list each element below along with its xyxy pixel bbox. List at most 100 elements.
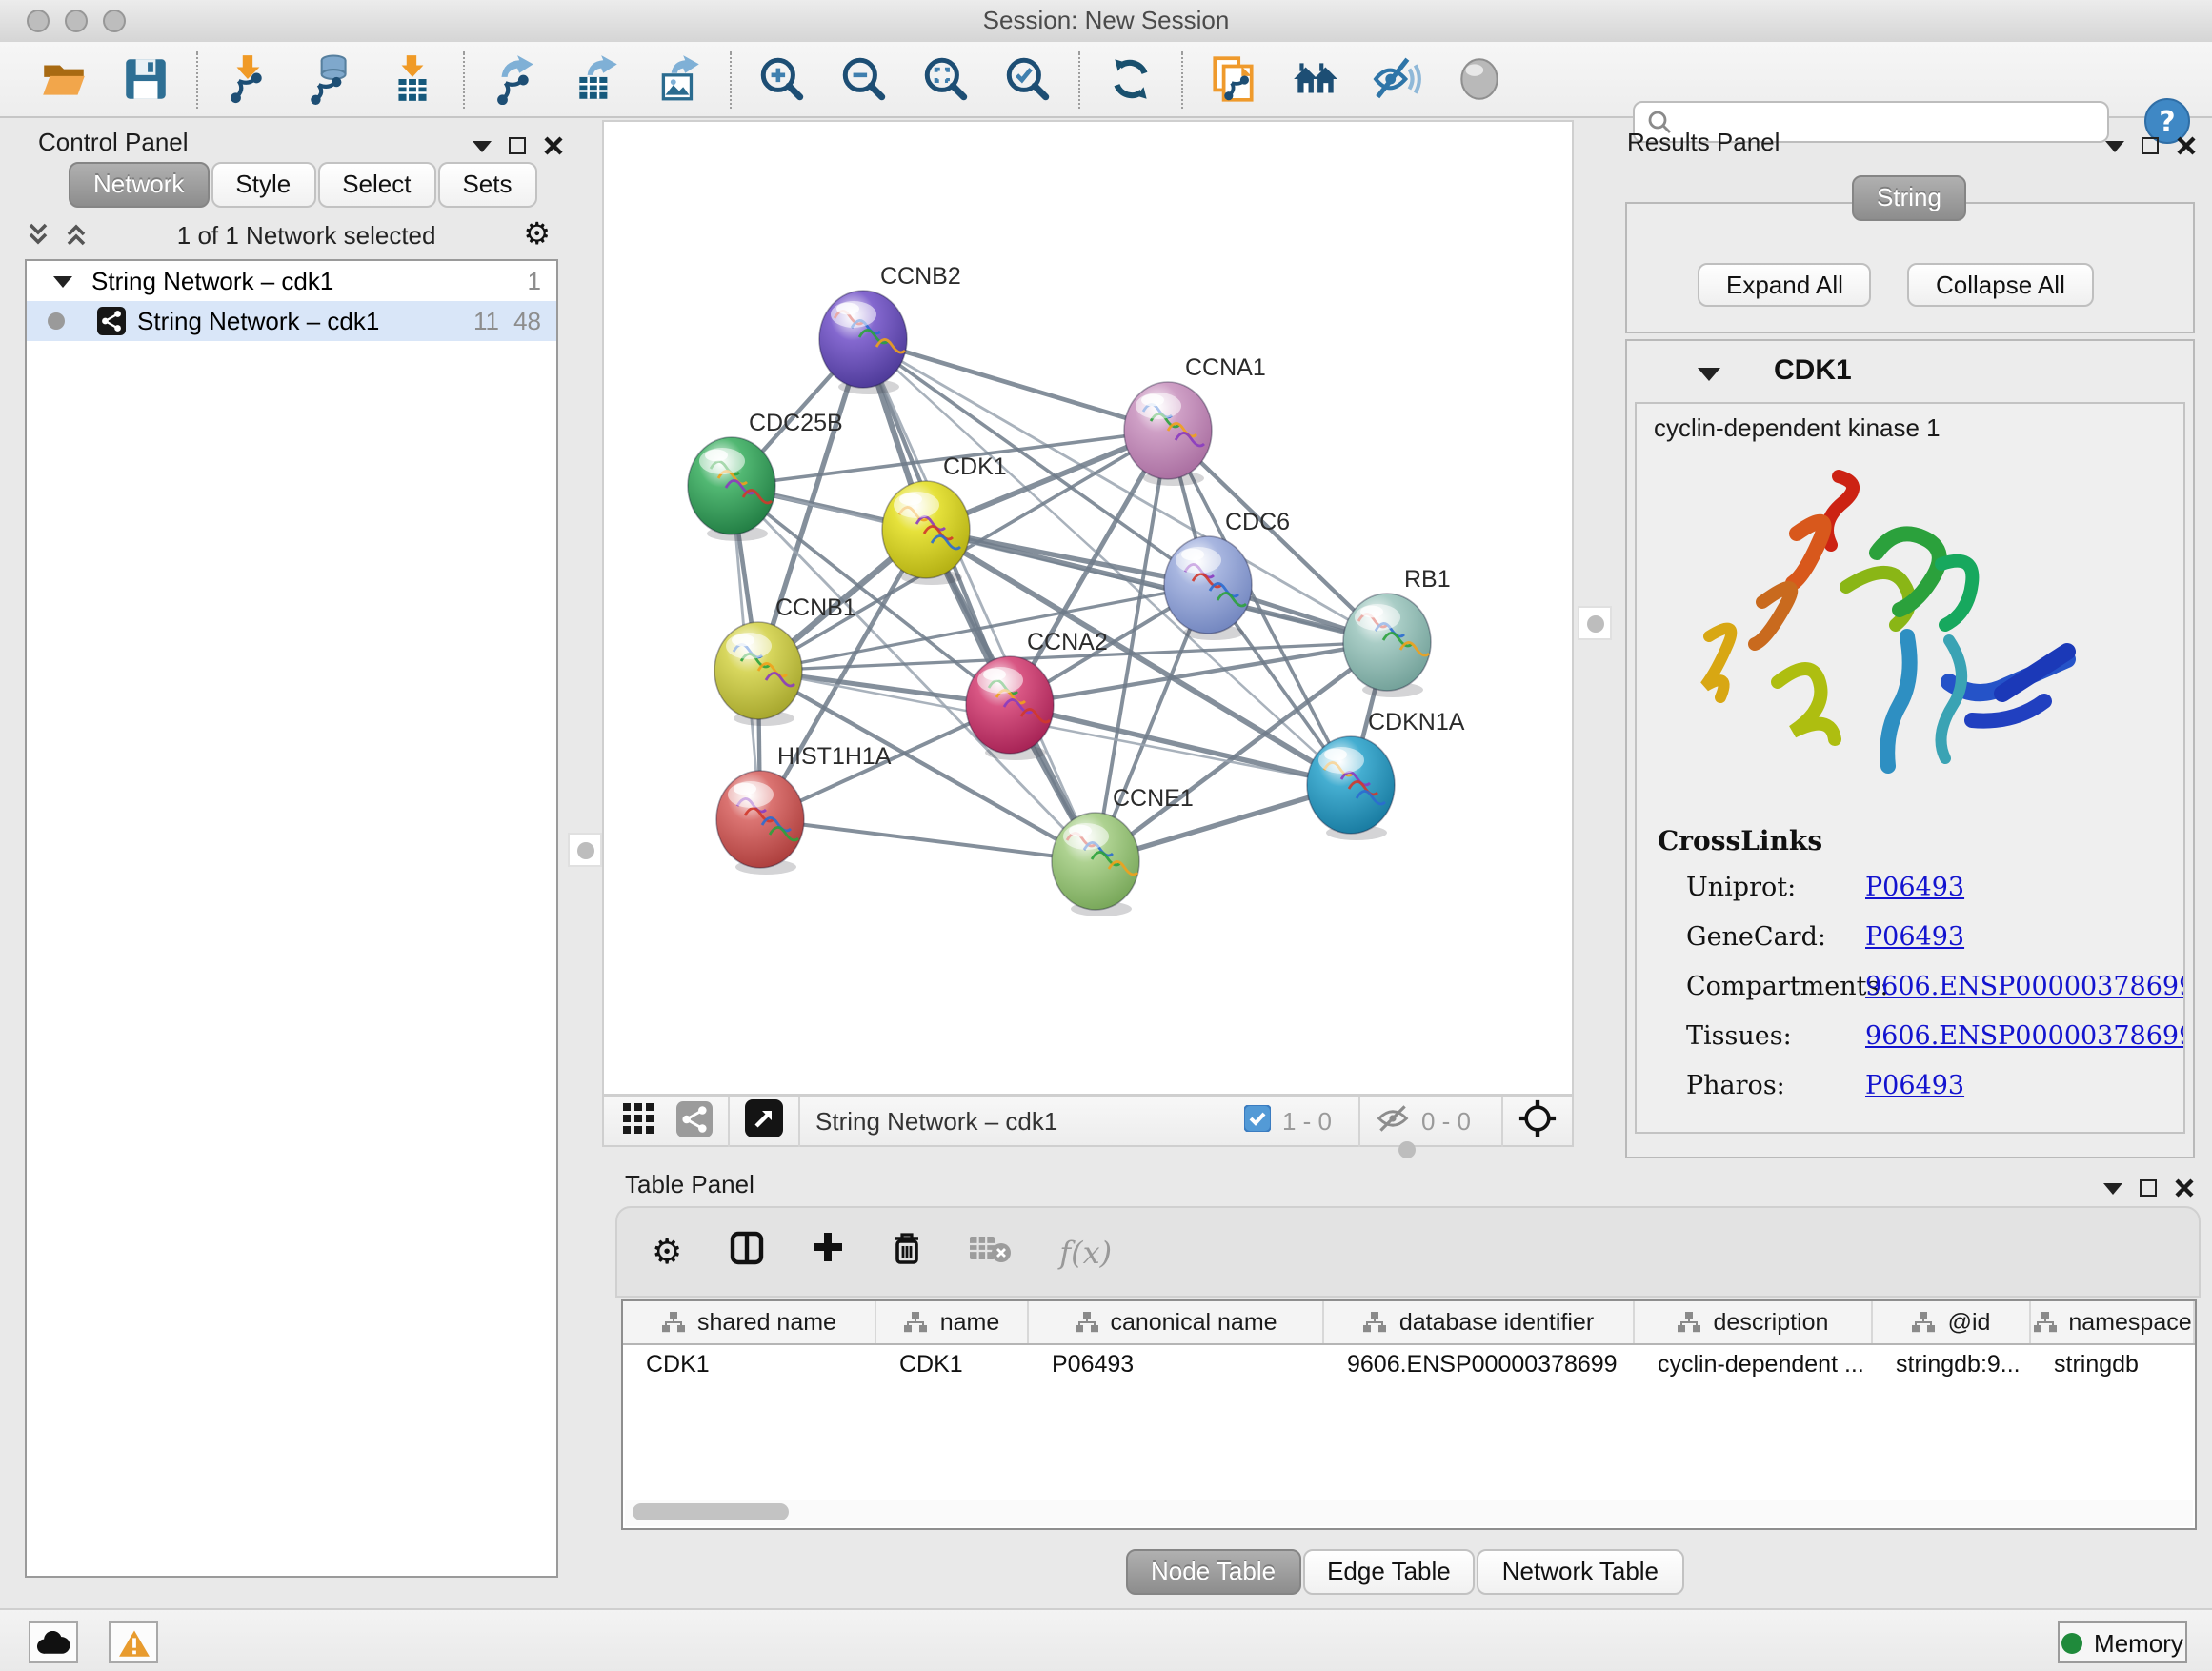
zoom-out-icon[interactable] [838, 53, 890, 105]
network-row[interactable]: String Network – cdk1 11 48 [27, 301, 556, 341]
collapse-all-icon[interactable] [25, 221, 51, 248]
crosslink-link[interactable]: P06493 [1865, 1071, 1964, 1101]
column-header-shared-name[interactable]: shared name [623, 1301, 876, 1343]
network-options-gear-icon[interactable]: ⚙ [523, 215, 551, 253]
string-import-icon[interactable] [1208, 53, 1259, 105]
tab-style[interactable]: Style [211, 162, 315, 208]
table-settings-gear-icon[interactable]: ⚙ [652, 1235, 682, 1269]
table-cell[interactable]: P06493 [1029, 1345, 1324, 1385]
table-cell[interactable]: cyclin-dependent ... [1635, 1345, 1873, 1385]
zoom-in-icon[interactable] [756, 53, 808, 105]
show-columns-icon[interactable] [730, 1230, 764, 1274]
network-node-RB1[interactable]: RB1 [1343, 566, 1451, 697]
cloud-status-button[interactable] [29, 1621, 78, 1663]
network-edge[interactable] [863, 339, 1168, 431]
show-glass-effect-icon[interactable] [1454, 53, 1505, 105]
network-edge[interactable] [760, 819, 1096, 861]
network-node-HIST1H1A[interactable]: HIST1H1A [716, 743, 892, 875]
panel-float-icon[interactable] [2140, 1179, 2157, 1197]
selected-checkbox-icon[interactable] [1244, 1105, 1271, 1137]
tab-select[interactable]: Select [317, 162, 435, 208]
network-view-canvas[interactable]: CCNB2CCNA1CDC25BCDK1CDC6RB1CCNB1CCNA2CDK… [602, 120, 1574, 1096]
table-cell[interactable]: CDK1 [876, 1345, 1029, 1385]
birdseye-crosshair-icon[interactable] [1518, 1099, 1557, 1143]
network-canvas-svg[interactable]: CCNB2CCNA1CDC25BCDK1CDC6RB1CCNB1CCNA2CDK… [604, 122, 1572, 1094]
hidden-eye-slash-icon[interactable] [1376, 1101, 1410, 1141]
import-database-icon[interactable] [305, 53, 356, 105]
collapse-all-button[interactable]: Collapse All [1907, 263, 2094, 307]
panel-float-icon[interactable] [509, 137, 526, 154]
column-header--id[interactable]: @id [1873, 1301, 2031, 1343]
table-cell[interactable]: 9606.ENSP00000378699 [1324, 1345, 1635, 1385]
network-node-CCNB2[interactable]: CCNB2 [819, 263, 961, 394]
import-table-icon[interactable] [387, 53, 438, 105]
warning-icon [117, 1628, 150, 1657]
hscrollbar-thumb[interactable] [633, 1503, 789, 1520]
network-collection-row[interactable]: String Network – cdk1 1 [27, 261, 556, 301]
panel-close-icon[interactable] [2176, 135, 2197, 156]
right-splitter-handle[interactable] [1578, 606, 1612, 640]
panel-menu-icon[interactable] [2105, 140, 2124, 151]
table-cell[interactable]: CDK1 [623, 1345, 876, 1385]
detach-view-icon[interactable] [745, 1099, 783, 1143]
crosslink-link[interactable]: P06493 [1865, 873, 1964, 903]
panel-close-icon[interactable] [2174, 1178, 2195, 1198]
network-edge[interactable] [863, 339, 1096, 861]
network-overview-icon[interactable] [676, 1100, 713, 1142]
export-image-icon[interactable] [654, 53, 705, 105]
title-bar: Session: New Session [0, 0, 2212, 44]
refresh-icon[interactable] [1105, 53, 1156, 105]
import-network-icon[interactable] [223, 53, 274, 105]
export-table-icon[interactable] [572, 53, 623, 105]
panel-menu-icon[interactable] [2103, 1182, 2122, 1194]
expand-all-button[interactable]: Expand All [1698, 263, 1872, 307]
collection-expand-icon[interactable] [53, 275, 72, 287]
network-node-CCNB1[interactable]: CCNB1 [714, 594, 856, 726]
column-header-database-identifier[interactable]: database identifier [1324, 1301, 1635, 1343]
bottom-splitter-handle[interactable] [1389, 1137, 1423, 1162]
crosslink-link[interactable]: P06493 [1865, 922, 1964, 953]
node-label: CCNA2 [1027, 629, 1108, 655]
export-network-icon[interactable] [490, 53, 541, 105]
panel-float-icon[interactable] [2142, 137, 2159, 154]
warning-status-button[interactable] [109, 1621, 158, 1663]
tab-sets[interactable]: Sets [437, 162, 536, 208]
tab-edge-table[interactable]: Edge Table [1302, 1549, 1476, 1595]
node-table[interactable]: shared namenamecanonical namedatabase id… [621, 1299, 2197, 1530]
column-header-name[interactable]: name [876, 1301, 1029, 1343]
expand-all-icon[interactable] [63, 221, 90, 248]
column-header-description[interactable]: description [1635, 1301, 1873, 1343]
tab-node-table[interactable]: Node Table [1126, 1549, 1300, 1595]
delete-column-trash-icon[interactable] [892, 1230, 922, 1274]
table-row[interactable]: CDK1CDK1P064939606.ENSP00000378699cyclin… [623, 1345, 2195, 1385]
grid-view-icon[interactable] [623, 1103, 654, 1139]
add-column-icon[interactable] [812, 1231, 844, 1273]
save-session-icon[interactable] [120, 53, 171, 105]
panel-menu-icon[interactable] [473, 140, 492, 151]
table-cell[interactable]: stringdb:9... [1873, 1345, 2031, 1385]
node-label: CCNB1 [775, 594, 856, 621]
crosslink-link[interactable]: 9606.ENSP00000378699 [1865, 1021, 2185, 1052]
table-hscrollbar[interactable] [625, 1500, 2193, 1526]
network-node-CCNE1[interactable]: CCNE1 [1052, 785, 1194, 916]
memory-button[interactable]: Memory [2058, 1621, 2187, 1663]
left-splitter-handle[interactable] [568, 833, 602, 867]
network-node-CDKN1A[interactable]: CDKN1A [1307, 709, 1465, 840]
tab-string[interactable]: String [1852, 175, 1966, 221]
network-node-CCNA1[interactable]: CCNA1 [1124, 354, 1266, 486]
gene-collapse-icon[interactable] [1698, 368, 1720, 381]
open-session-icon[interactable] [38, 53, 90, 105]
table-cell[interactable]: stringdb [2031, 1345, 2195, 1385]
network-edge[interactable] [1010, 705, 1351, 785]
panel-close-icon[interactable] [543, 135, 564, 156]
column-header-canonical-name[interactable]: canonical name [1029, 1301, 1324, 1343]
column-header-namespace[interactable]: namespace [2031, 1301, 2195, 1343]
control-panel-title: Control Panel [38, 128, 189, 156]
crosslink-link[interactable]: 9606.ENSP00000378699 [1865, 972, 2185, 1002]
zoom-fit-icon[interactable] [920, 53, 972, 105]
hide-glass-effect-icon[interactable] [1372, 53, 1423, 105]
tab-network-table[interactable]: Network Table [1478, 1549, 1683, 1595]
tab-network[interactable]: Network [69, 162, 209, 208]
home-icon[interactable] [1290, 53, 1341, 105]
zoom-selected-icon[interactable] [1002, 53, 1054, 105]
